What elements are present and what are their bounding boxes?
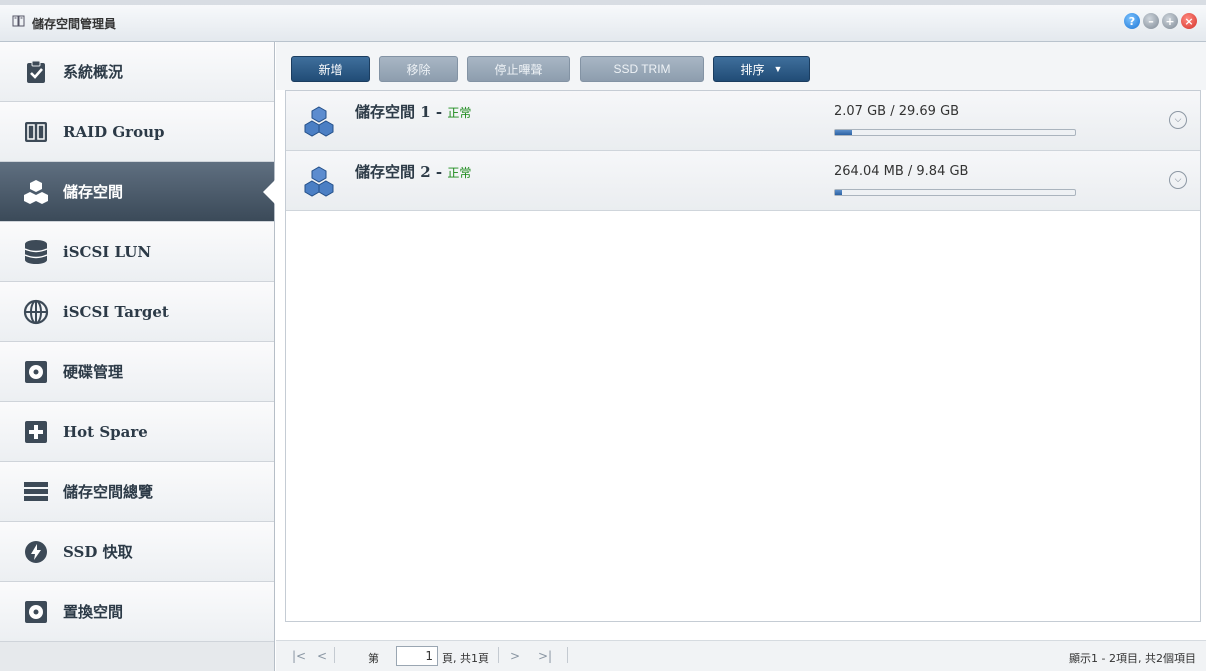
volume-name: 儲存空間 1 bbox=[355, 103, 431, 121]
pagination-bar: |< < 第 頁, 共1頁 > >| 顯示1 - 2項目, 共2個項目 bbox=[276, 640, 1206, 671]
sidebar-item-label: 儲存空間總覽 bbox=[63, 483, 154, 501]
sidebar-item-raid-group[interactable]: RAID Group bbox=[0, 102, 274, 162]
stop-beep-button[interactable]: 停止嗶聲 bbox=[467, 56, 570, 82]
caret-down-icon: ▼ bbox=[773, 64, 783, 74]
list-item[interactable]: 儲存空間 2 - 正常 264.04 MB / 9.84 GB ⌵ bbox=[286, 151, 1200, 211]
separator bbox=[567, 647, 568, 663]
volume-status: 正常 bbox=[447, 106, 472, 120]
sidebar-item-iscsi-target[interactable]: iSCSI Target bbox=[0, 282, 274, 342]
sidebar-item-label: SSD 快取 bbox=[63, 543, 133, 561]
page-prefix: 第 bbox=[368, 652, 379, 665]
first-page-icon[interactable]: |< bbox=[292, 649, 306, 663]
window-controls: ? – + × bbox=[1124, 13, 1197, 29]
lightning-icon bbox=[23, 539, 49, 565]
sidebar-item-hot-spare[interactable]: Hot Spare bbox=[0, 402, 274, 462]
volume-usage: 264.04 MB / 9.84 GB bbox=[834, 164, 969, 179]
list-item[interactable]: 儲存空間 1 - 正常 2.07 GB / 29.69 GB ⌵ bbox=[286, 91, 1200, 151]
usage-bar bbox=[834, 129, 1076, 136]
previous-page-icon[interactable]: < bbox=[317, 649, 327, 663]
pagination-summary: 顯示1 - 2項目, 共2個項目 bbox=[1069, 652, 1196, 665]
create-button[interactable]: 新增 bbox=[291, 56, 370, 82]
sidebar: 系統概況 RAID Group 儲存空間 iSCSI LUN iSCSI Tar… bbox=[0, 42, 275, 671]
sort-dropdown[interactable]: 排序 ▼ bbox=[713, 56, 810, 82]
separator bbox=[498, 647, 499, 663]
usage-bar-fill bbox=[835, 130, 852, 135]
window-title: 儲存空間管理員 bbox=[32, 17, 117, 31]
sidebar-item-volume[interactable]: 儲存空間 bbox=[0, 162, 275, 222]
last-page-icon[interactable]: >| bbox=[538, 649, 552, 663]
cubes-icon bbox=[304, 106, 334, 137]
sort-label: 排序 bbox=[740, 62, 765, 77]
storage-manager-icon bbox=[12, 15, 25, 27]
ssd-trim-button[interactable]: SSD TRIM bbox=[580, 56, 704, 82]
volume-list: 儲存空間 1 - 正常 2.07 GB / 29.69 GB ⌵ 儲存空間 2 … bbox=[285, 90, 1201, 622]
expand-chevron-icon[interactable]: ⌵ bbox=[1169, 171, 1187, 189]
sidebar-item-storage-overview[interactable]: 儲存空間總覽 bbox=[0, 462, 274, 522]
sidebar-item-label: RAID Group bbox=[63, 122, 165, 141]
usage-bar-fill bbox=[835, 190, 843, 195]
sidebar-item-label: iSCSI LUN bbox=[63, 242, 152, 261]
remove-button[interactable]: 移除 bbox=[379, 56, 458, 82]
window-titlebar: 儲存空間管理員 ? – + × bbox=[0, 0, 1206, 42]
server-rack-icon bbox=[23, 479, 49, 505]
hard-disk-icon bbox=[23, 599, 49, 625]
raid-group-icon bbox=[23, 119, 49, 145]
database-icon bbox=[23, 239, 49, 265]
globe-icon bbox=[23, 299, 49, 325]
volume-name-line: 儲存空間 2 - 正常 bbox=[355, 163, 472, 181]
sidebar-item-label: 儲存空間 bbox=[63, 183, 124, 201]
help-icon[interactable]: ? bbox=[1124, 13, 1140, 29]
sidebar-item-label: iSCSI Target bbox=[63, 302, 169, 321]
page-number-input[interactable] bbox=[396, 646, 438, 666]
cubes-icon bbox=[23, 179, 49, 205]
sidebar-item-label: 硬碟管理 bbox=[63, 363, 124, 381]
expand-chevron-icon[interactable]: ⌵ bbox=[1169, 111, 1187, 129]
separator bbox=[334, 647, 335, 663]
sidebar-item-label: 系統概況 bbox=[63, 63, 124, 81]
clipboard-check-icon bbox=[23, 59, 49, 85]
hot-spare-icon bbox=[23, 419, 49, 445]
page-suffix: 頁, 共1頁 bbox=[442, 652, 489, 665]
sidebar-item-label: Hot Spare bbox=[63, 422, 148, 441]
maximize-icon[interactable]: + bbox=[1162, 13, 1178, 29]
close-icon[interactable]: × bbox=[1181, 13, 1197, 29]
sidebar-item-label: 置換空間 bbox=[63, 603, 124, 621]
cubes-icon bbox=[304, 166, 334, 197]
sidebar-item-overview[interactable]: 系統概況 bbox=[0, 42, 274, 102]
hard-disk-icon bbox=[23, 359, 49, 385]
sidebar-item-iscsi-lun[interactable]: iSCSI LUN bbox=[0, 222, 274, 282]
minimize-icon[interactable]: – bbox=[1143, 13, 1159, 29]
next-page-icon[interactable]: > bbox=[510, 649, 520, 663]
volume-status: 正常 bbox=[447, 166, 472, 180]
sidebar-item-swap-space[interactable]: 置換空間 bbox=[0, 582, 274, 642]
volume-usage: 2.07 GB / 29.69 GB bbox=[834, 104, 960, 119]
sidebar-item-hdd-management[interactable]: 硬碟管理 bbox=[0, 342, 274, 402]
sidebar-item-ssd-cache[interactable]: SSD 快取 bbox=[0, 522, 274, 582]
toolbar: 新增 移除 停止嗶聲 SSD TRIM 排序 ▼ bbox=[276, 42, 1206, 90]
volume-name-line: 儲存空間 1 - 正常 bbox=[355, 103, 472, 121]
usage-bar bbox=[834, 189, 1076, 196]
volume-name: 儲存空間 2 bbox=[355, 163, 431, 181]
